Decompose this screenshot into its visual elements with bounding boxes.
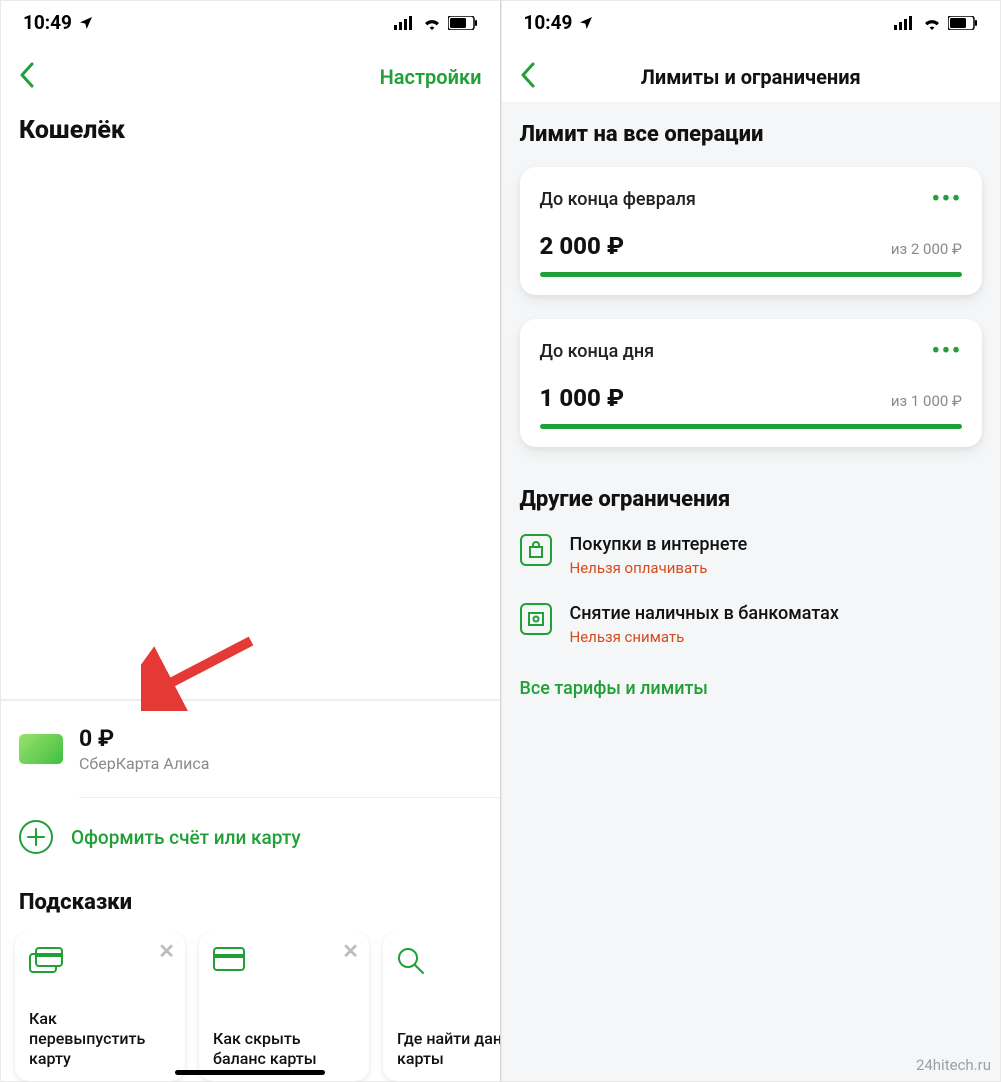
limit-card-month[interactable]: До конца февраля ••• 2 000 ₽ из 2 000 ₽ [520,167,983,295]
limit-amount: 1 000 ₽ [540,384,625,412]
card-icon [213,947,355,981]
restriction-status: Нельзя оплачивать [570,559,748,577]
card-balance: 0 ₽ [79,725,482,752]
card-name: СберКарта Алиса [79,754,482,773]
settings-button[interactable]: Настройки [380,65,482,89]
nav-title: Лимиты и ограничения [548,65,955,89]
status-time: 10:49 [23,11,72,34]
battery-icon [448,16,478,30]
close-icon[interactable]: ✕ [342,939,359,963]
card-row[interactable]: 0 ₽ СберКарта Алиса [1,725,500,783]
page-title: Кошелёк [1,102,500,153]
hint-text: Где найти данные карты [397,1029,500,1069]
limit-progress [540,272,963,277]
new-account-label: Оформить счёт или карту [71,826,301,849]
all-tariffs-link[interactable]: Все тарифы и лимиты [502,672,1001,699]
plus-icon [19,820,53,854]
other-restrictions-title: Другие ограничения [520,487,983,512]
status-bar: 10:49 [1,1,500,40]
hints-title: Подсказки [1,870,500,931]
card-icon [19,734,63,764]
screen-limits: 10:49 Лимиты и ограниче [501,0,1001,1082]
bag-icon [520,534,552,566]
cards-icon [29,947,171,981]
back-button[interactable] [520,62,548,92]
restriction-name: Покупки в интернете [570,534,748,555]
wifi-icon [422,16,442,30]
new-account-button[interactable]: Оформить счёт или карту [1,798,500,870]
limit-progress [540,424,963,429]
limit-period: До конца февраля [540,189,696,210]
nav-bar: Лимиты и ограничения [502,40,1001,102]
search-icon [397,947,500,981]
limit-of: из 2 000 ₽ [891,240,962,258]
limit-amount: 2 000 ₽ [540,232,625,260]
watermark: 24hitech.ru [916,1056,991,1074]
restriction-internet[interactable]: Покупки в интернете Нельзя оплачивать [520,534,983,577]
limit-period: До конца дня [540,341,655,362]
back-button[interactable] [19,62,47,92]
location-icon [578,15,594,31]
cash-icon [520,603,552,635]
close-icon[interactable]: ✕ [158,939,175,963]
restriction-atm[interactable]: Снятие наличных в банкоматах Нельзя сним… [520,603,983,646]
hint-card[interactable]: Где найти данные карты [383,931,500,1081]
restriction-status: Нельзя снимать [570,628,839,646]
home-indicator[interactable] [175,1070,325,1075]
divider [1,699,500,701]
more-icon[interactable]: ••• [932,187,962,212]
battery-icon [948,16,978,30]
limit-of: из 1 000 ₽ [891,392,962,410]
screen-wallet: 10:49 Настройки [0,0,501,1082]
section-title: Лимит на все операции [502,102,1001,157]
hint-text: Как скрыть баланс карты [213,1029,355,1069]
hint-card[interactable]: ✕ Как перевыпустить карту [15,931,185,1081]
cellular-icon [394,16,416,30]
hint-card[interactable]: ✕ Как скрыть баланс карты [199,931,369,1081]
status-time: 10:49 [524,11,573,34]
hint-text: Как перевыпустить карту [29,1009,171,1069]
wifi-icon [922,16,942,30]
hints-carousel[interactable]: ✕ Как перевыпустить карту ✕ Как скрыть б… [1,931,500,1081]
status-bar: 10:49 [502,1,1001,40]
nav-bar: Настройки [1,40,500,102]
restriction-name: Снятие наличных в банкоматах [570,603,839,624]
more-icon[interactable]: ••• [932,339,962,364]
location-icon [78,15,94,31]
cellular-icon [894,16,916,30]
limit-card-day[interactable]: До конца дня ••• 1 000 ₽ из 1 000 ₽ [520,319,983,447]
